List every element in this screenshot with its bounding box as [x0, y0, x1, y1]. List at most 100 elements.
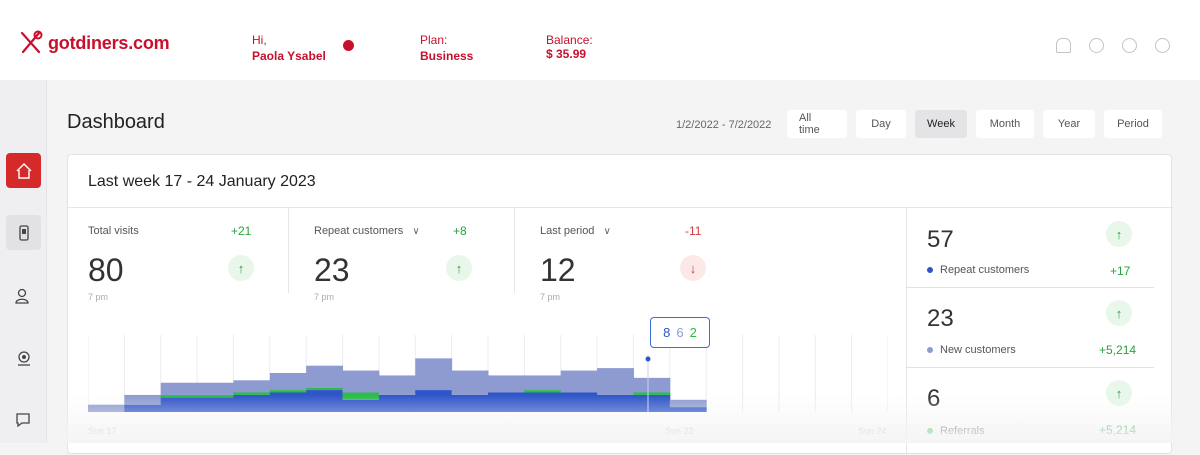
bar-new	[451, 370, 489, 395]
page-title: Dashboard	[67, 111, 165, 133]
bar-repeat	[415, 390, 453, 412]
bar-new	[560, 370, 598, 393]
stat-repeat-customers: Repeat customers ∨ +8 23 7 pm ↑	[314, 208, 514, 303]
legend-dot	[927, 267, 933, 273]
download-icon[interactable]	[1155, 38, 1170, 53]
divider	[288, 208, 289, 293]
summary-delta: +5,214	[1099, 343, 1137, 357]
bar-repeat	[597, 394, 634, 412]
balance-value: $ 35.99	[546, 47, 587, 61]
stat-last-period: Last period ∨ -11 12 7 pm ↓	[540, 208, 740, 303]
bar-new	[597, 368, 634, 395]
stat-label[interactable]: Last period ∨	[540, 225, 611, 237]
legend-dot	[927, 428, 933, 434]
visits-chart[interactable]	[88, 335, 888, 455]
bar-referral	[269, 390, 307, 393]
divider	[906, 208, 907, 455]
filter-all-time[interactable]: All time	[787, 110, 847, 138]
bar-repeat	[560, 392, 598, 412]
sidebar-item-location[interactable]	[6, 340, 41, 375]
filter-period[interactable]: Period	[1104, 110, 1162, 138]
bar-new	[197, 382, 234, 395]
map-pin-icon	[17, 350, 30, 366]
bar-new	[378, 375, 416, 395]
bar-repeat	[524, 392, 562, 412]
bar-repeat	[669, 407, 707, 412]
filter-year[interactable]: Year	[1043, 110, 1095, 138]
bar-repeat	[451, 394, 489, 412]
x-label: Sun 22	[665, 426, 694, 436]
balance-label: Balance:	[546, 33, 593, 47]
bar-new	[488, 375, 525, 393]
bar-new	[415, 358, 453, 391]
x-label: Sun 24	[858, 426, 887, 436]
sidebar-item-chat[interactable]	[6, 402, 41, 437]
stat-label: Total visits	[88, 225, 139, 237]
sidebar-item-mobile[interactable]	[6, 215, 41, 250]
refresh-icon[interactable]	[1089, 38, 1104, 53]
bar-referral	[197, 394, 234, 398]
filter-month[interactable]: Month	[976, 110, 1034, 138]
info-icon[interactable]	[1122, 38, 1137, 53]
arrow-up-icon: ↑	[1106, 380, 1132, 406]
home-icon	[16, 162, 31, 179]
bar-referral	[160, 394, 198, 398]
user-menu-chevron-icon[interactable]	[343, 40, 354, 51]
stats-card: Last week 17 - 24 January 2023 Total vis…	[67, 154, 1173, 455]
bar-referral	[233, 392, 271, 395]
stat-delta: +8	[453, 224, 467, 238]
summary-value: 23	[927, 305, 954, 332]
chevron-down-icon[interactable]: ∨	[604, 226, 611, 237]
time-filters: All time Day Week Month Year Period	[787, 110, 1162, 138]
tooltip-value-new: 6	[676, 325, 684, 340]
summary-delta: +5,214	[1099, 423, 1137, 437]
chevron-down-icon[interactable]: ∨	[412, 226, 419, 237]
arrow-up-icon: ↑	[1106, 300, 1132, 326]
filter-week[interactable]: Week	[915, 110, 967, 138]
stat-sub: 7 pm	[88, 292, 109, 302]
bar-new	[124, 394, 162, 405]
sidebar-item-users[interactable]	[6, 278, 41, 313]
bar-repeat	[197, 397, 234, 412]
header-actions	[1056, 38, 1170, 53]
stat-total-visits: Total visits +21 80 7 pm ↑	[88, 208, 288, 303]
stat-label[interactable]: Repeat customers ∨	[314, 225, 420, 237]
bar-repeat	[269, 392, 307, 412]
chat-icon	[15, 412, 30, 427]
sidebar-item-home[interactable]	[6, 153, 41, 188]
stat-value: 80	[88, 252, 124, 288]
date-range[interactable]: 1/2/2022 - 7/2/2022	[676, 119, 771, 131]
legend-dot	[927, 347, 933, 353]
bar-new	[233, 380, 271, 393]
summary-delta: +17	[1110, 264, 1131, 278]
stat-sub: 7 pm	[540, 292, 561, 302]
divider	[514, 208, 515, 293]
summary-label-text: Referrals	[940, 425, 985, 437]
bar-repeat	[488, 392, 525, 412]
brand-name: gotdiners.com	[48, 32, 170, 53]
filter-day[interactable]: Day	[856, 110, 906, 138]
plan-label: Plan:	[420, 33, 448, 47]
plan-value: Business	[420, 49, 474, 63]
bar-repeat	[342, 399, 380, 412]
stat-value: 12	[540, 252, 576, 288]
user-name[interactable]: Paola Ysabel	[252, 49, 326, 63]
brand-logo[interactable]: gotdiners.com	[18, 30, 170, 56]
card-title: Last week 17 - 24 January 2023	[88, 173, 316, 190]
bar-new	[306, 365, 344, 388]
bar-repeat	[306, 390, 344, 412]
arrow-up-icon: ↑	[1106, 221, 1132, 247]
chart-tooltip: 8 6 2	[650, 317, 710, 348]
logo-icon	[20, 30, 43, 54]
bar-repeat	[160, 397, 198, 412]
bar-referral	[306, 387, 344, 391]
users-icon	[14, 288, 29, 304]
bar-new	[160, 382, 198, 395]
stat-label-text: Repeat customers	[314, 225, 404, 237]
arrow-up-icon: ↑	[228, 255, 254, 281]
bell-icon[interactable]	[1056, 38, 1071, 53]
summary-value: 57	[927, 226, 954, 253]
bar-new	[342, 370, 380, 393]
arrow-up-icon: ↑	[446, 255, 472, 281]
summary-label: Repeat customers	[927, 264, 1029, 276]
